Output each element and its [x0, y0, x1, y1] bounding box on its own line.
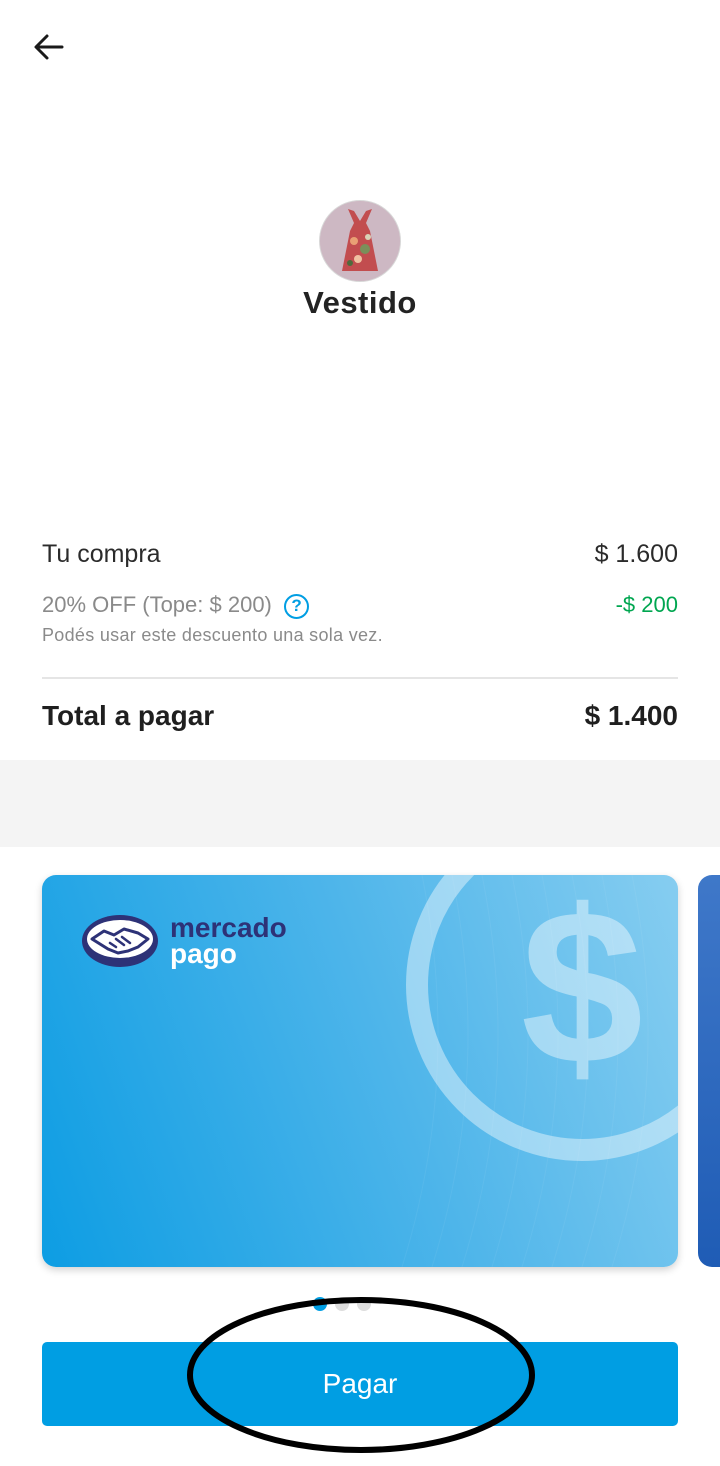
discount-row: 20% OFF (Tope: $ 200) ? -$ 200	[42, 592, 678, 619]
svg-text:$: $	[521, 893, 643, 1093]
discount-label: 20% OFF (Tope: $ 200)	[42, 592, 272, 617]
section-separator	[0, 760, 720, 847]
card-pager	[313, 1297, 371, 1311]
help-icon[interactable]: ?	[284, 593, 310, 619]
pay-button[interactable]: Pagar	[42, 1342, 678, 1426]
dollar-sign-icon: $	[521, 893, 643, 1093]
brand-name: mercado pago	[170, 914, 287, 969]
pager-dot[interactable]	[335, 1297, 349, 1311]
discount-amount: -$ 200	[615, 592, 678, 618]
total-label: Total a pagar	[42, 700, 215, 731]
next-payment-card[interactable]	[698, 875, 720, 1267]
brand-line2: pago	[170, 938, 237, 969]
purchase-amount: $ 1.600	[594, 540, 678, 568]
discount-note: Podés usar este descuento una sola vez.	[42, 625, 383, 645]
pager-dot-active[interactable]	[313, 1297, 327, 1311]
arrow-left-icon	[33, 33, 65, 66]
product-image	[319, 200, 401, 282]
total-amount: $ 1.400	[584, 700, 678, 731]
handshake-logo-icon	[82, 915, 158, 967]
pager-dot[interactable]	[357, 1297, 371, 1311]
back-button[interactable]	[26, 26, 72, 72]
discount-label-group: 20% OFF (Tope: $ 200) ?	[42, 592, 310, 619]
mercado-pago-logo: mercado pago	[80, 913, 287, 969]
payment-method-card[interactable]: $ mercado pago	[42, 875, 678, 1267]
dress-thumbnail-icon	[320, 201, 400, 281]
divider	[42, 677, 678, 679]
total-row: Total a pagar $ 1.400	[42, 700, 678, 732]
purchase-row: Tu compra $ 1.600	[42, 540, 678, 569]
product-title: Vestido	[303, 285, 417, 320]
purchase-label: Tu compra	[42, 540, 161, 568]
